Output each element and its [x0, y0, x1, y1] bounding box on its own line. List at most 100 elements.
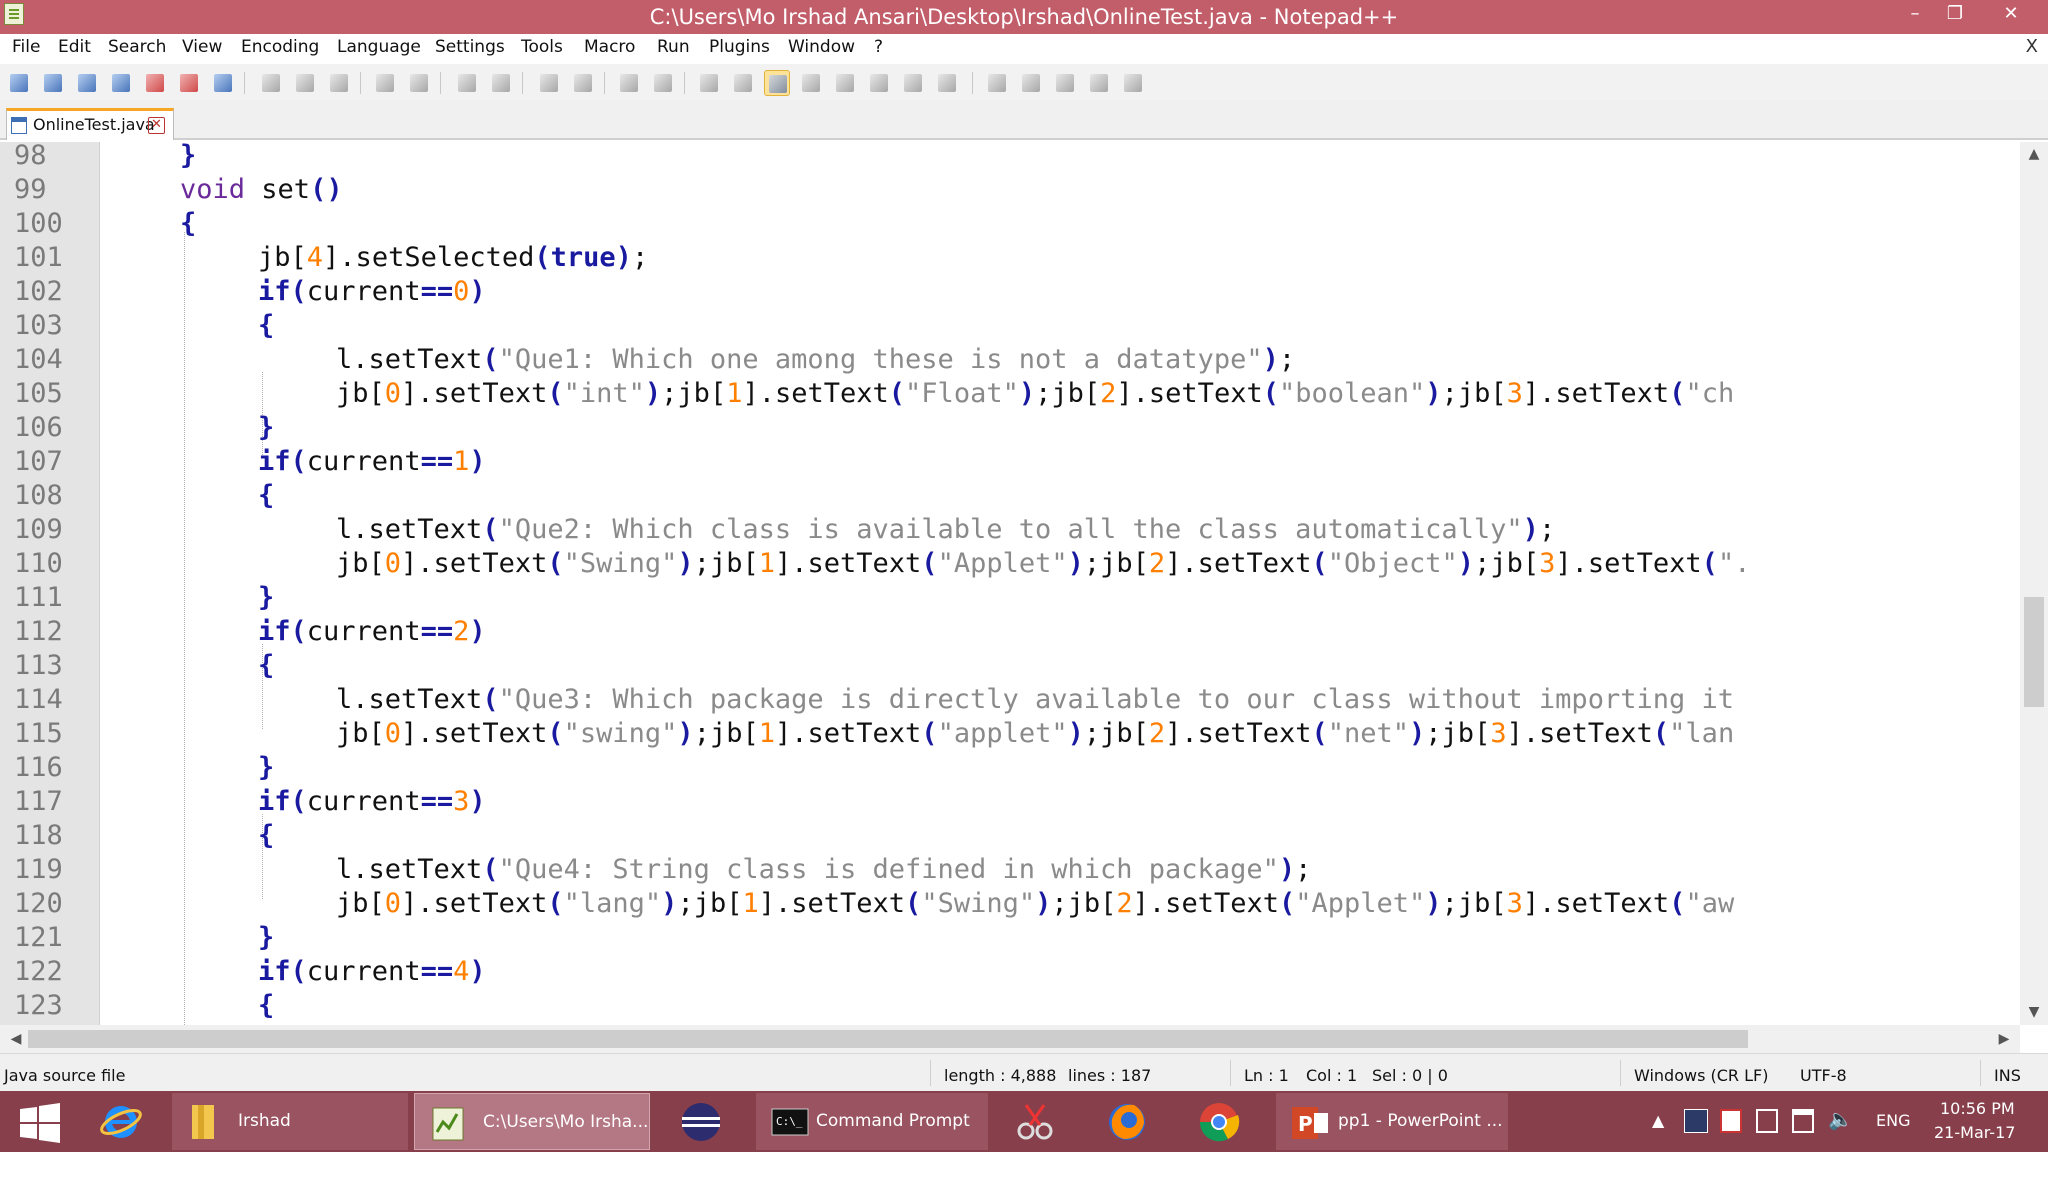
record-macro-icon[interactable] — [984, 70, 1010, 96]
line-number: 116 — [14, 752, 63, 783]
replace-icon[interactable] — [488, 70, 514, 96]
taskbar-chrome[interactable] — [1188, 1093, 1250, 1150]
menu-macro[interactable]: Macro — [584, 37, 635, 57]
close-button[interactable]: ✕ — [1988, 0, 2034, 30]
menu-run[interactable]: Run — [657, 37, 690, 57]
close-document-button[interactable]: X — [2026, 36, 2038, 57]
find-icon[interactable] — [454, 70, 480, 96]
taskbar-snipping-tool[interactable] — [1004, 1093, 1066, 1150]
status-separator — [1620, 1060, 1621, 1086]
folder-as-workspace-icon[interactable] — [900, 70, 926, 96]
vertical-scrollbar[interactable]: ▲ ▼ — [2020, 142, 2048, 1025]
new-file-icon[interactable] — [6, 70, 32, 96]
clock-date[interactable]: 21-Mar-17 — [1934, 1123, 2015, 1184]
menu-tools[interactable]: Tools — [521, 37, 563, 57]
code-editor[interactable]: 98 99 100 101 102 103 104 105 106 107 10… — [0, 142, 2048, 1025]
playback-macro-icon[interactable] — [1052, 70, 1078, 96]
zoom-in-icon[interactable] — [536, 70, 562, 96]
taskbar-notepadpp[interactable]: C:\Users\Mo Irsha... — [414, 1093, 650, 1150]
menu-plugins[interactable]: Plugins — [709, 37, 770, 57]
sync-horizontal-icon[interactable] — [650, 70, 676, 96]
code-lines: 98 99 100 101 102 103 104 105 106 107 10… — [0, 142, 2020, 1025]
title-bar: C:\Users\Mo Irshad Ansari\Desktop\Irshad… — [0, 0, 2048, 34]
taskbar-folder-irshad[interactable]: Irshad — [172, 1093, 408, 1150]
line-number: 110 — [14, 548, 63, 579]
taskbar-firefox[interactable] — [1096, 1093, 1158, 1150]
scroll-up-icon[interactable]: ▲ — [2024, 146, 2044, 162]
tab-onlinetest-java[interactable]: OnlineTest.java ✕ — [6, 108, 174, 140]
snipping-tool-icon — [1017, 1104, 1053, 1140]
menu-language[interactable]: Language — [337, 37, 421, 57]
print-icon[interactable] — [210, 70, 236, 96]
svg-text:P: P — [1298, 1112, 1313, 1136]
word-wrap-icon[interactable] — [696, 70, 722, 96]
close-all-icon[interactable] — [176, 70, 202, 96]
status-encoding[interactable]: UTF-8 — [1800, 1066, 1847, 1085]
scroll-down-icon[interactable]: ▼ — [2024, 1004, 2044, 1020]
line-number: 100 — [14, 208, 63, 239]
language-indicator[interactable]: ENG — [1876, 1111, 1910, 1172]
taskbar-eclipse[interactable] — [670, 1093, 732, 1150]
save-macro-icon[interactable] — [1120, 70, 1146, 96]
document-map-icon[interactable] — [832, 70, 858, 96]
menu-search[interactable]: Search — [108, 37, 166, 57]
tab-close-icon[interactable]: ✕ — [148, 117, 165, 134]
network-adapter-icon[interactable] — [1684, 1109, 1708, 1133]
show-all-characters-icon[interactable] — [730, 70, 756, 96]
paste-icon[interactable] — [326, 70, 352, 96]
window-title: C:\Users\Mo Irshad Ansari\Desktop\Irshad… — [649, 5, 1399, 29]
powerpoint-icon: P — [1292, 1107, 1328, 1139]
status-insert-mode[interactable]: INS — [1994, 1066, 2021, 1085]
redo-icon[interactable] — [406, 70, 432, 96]
horizontal-scroll-thumb[interactable] — [28, 1030, 1748, 1048]
toolbar-separator — [244, 72, 245, 94]
status-col: Col : 1 — [1306, 1066, 1358, 1085]
taskbar-powerpoint[interactable]: P pp1 - PowerPoint ... — [1276, 1093, 1508, 1150]
code-line: if(current==1) — [258, 446, 486, 477]
toolbar-separator — [440, 72, 441, 94]
battery-icon[interactable] — [1756, 1109, 1778, 1133]
open-file-icon[interactable] — [40, 70, 66, 96]
close-icon[interactable] — [142, 70, 168, 96]
run-macro-multiple-icon[interactable] — [1086, 70, 1112, 96]
user-language-icon[interactable] — [798, 70, 824, 96]
sync-vertical-icon[interactable] — [616, 70, 642, 96]
cut-icon[interactable] — [258, 70, 284, 96]
status-separator — [1230, 1060, 1231, 1086]
menu-encoding[interactable]: Encoding — [241, 37, 319, 57]
scroll-right-icon[interactable]: ▶ — [1994, 1031, 2014, 1047]
undo-icon[interactable] — [372, 70, 398, 96]
menu-edit[interactable]: Edit — [58, 37, 91, 57]
vertical-scroll-thumb[interactable] — [2024, 597, 2044, 707]
save-icon[interactable] — [74, 70, 100, 96]
code-line: jb[0].setText("Swing");jb[1].setText("Ap… — [336, 548, 1751, 579]
wifi-icon[interactable] — [1792, 1109, 1814, 1133]
indent-guide-icon[interactable] — [764, 70, 790, 96]
code-line: l.setText("Que1: Which one among these i… — [336, 344, 1296, 375]
scroll-left-icon[interactable]: ◀ — [6, 1031, 26, 1047]
status-length: length : 4,888 — [944, 1066, 1057, 1085]
taskbar-internet-explorer[interactable] — [92, 1093, 150, 1150]
horizontal-scrollbar[interactable]: ◀ ▶ — [0, 1025, 2020, 1053]
status-separator — [930, 1060, 931, 1086]
menu-help[interactable]: ? — [874, 37, 883, 57]
code-line: if(current==4) — [258, 956, 486, 987]
restore-button[interactable]: ❐ — [1932, 0, 1978, 30]
taskbar-command-prompt[interactable]: C:\_ Command Prompt — [756, 1093, 988, 1150]
function-list-icon[interactable] — [866, 70, 892, 96]
save-all-icon[interactable] — [108, 70, 134, 96]
show-hidden-icons-icon[interactable]: ▲ — [1652, 1111, 1664, 1172]
menu-settings[interactable]: Settings — [435, 37, 505, 57]
status-eol[interactable]: Windows (CR LF) — [1634, 1066, 1768, 1085]
copy-icon[interactable] — [292, 70, 318, 96]
volume-icon[interactable]: 🔈 — [1828, 1107, 1853, 1168]
status-ln: Ln : 1 — [1244, 1066, 1289, 1085]
menu-file[interactable]: File — [12, 37, 40, 57]
stop-recording-icon[interactable] — [1018, 70, 1044, 96]
monitoring-icon[interactable] — [934, 70, 960, 96]
menu-window[interactable]: Window — [788, 37, 855, 57]
action-center-icon[interactable] — [1720, 1109, 1742, 1133]
start-button[interactable] — [14, 1093, 64, 1150]
menu-view[interactable]: View — [182, 37, 222, 57]
zoom-out-icon[interactable] — [570, 70, 596, 96]
